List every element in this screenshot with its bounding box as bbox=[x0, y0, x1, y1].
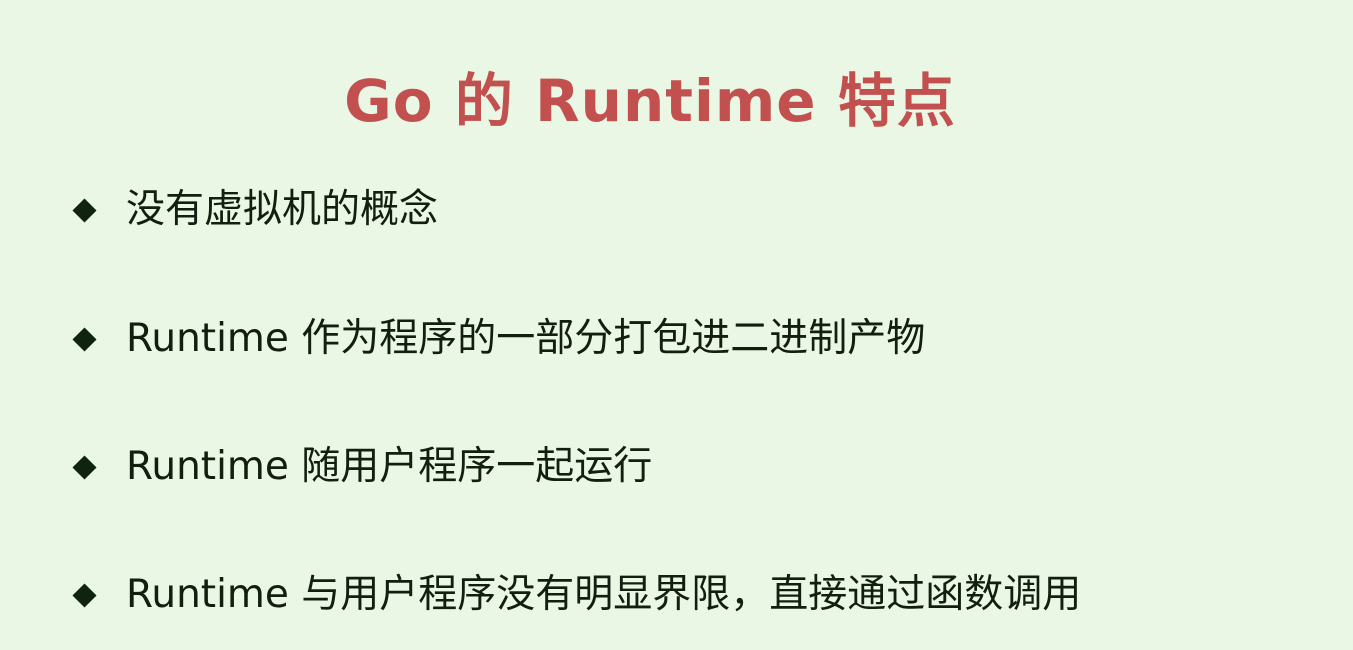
bullet-text: Runtime 与用户程序没有明显界限，直接通过函数调用 bbox=[126, 572, 1082, 617]
diamond-bullet-icon bbox=[72, 583, 96, 607]
diamond-bullet-icon bbox=[72, 198, 96, 222]
bullet-item: Runtime 作为程序的一部分打包进二进制产物 bbox=[72, 309, 925, 369]
bullet-text: Runtime 随用户程序一起运行 bbox=[126, 444, 653, 489]
bullet-item: Runtime 随用户程序一起运行 bbox=[72, 437, 652, 497]
diamond-bullet-icon bbox=[72, 455, 96, 479]
slide: Go 的 Runtime 特点 没有虚拟机的概念 Runtime 作为程序的一部… bbox=[0, 0, 1353, 650]
bullet-text: Runtime 作为程序的一部分打包进二进制产物 bbox=[126, 316, 926, 361]
diamond-bullet-icon bbox=[72, 327, 96, 351]
bullet-item: Runtime 与用户程序没有明显界限，直接通过函数调用 bbox=[72, 565, 1081, 625]
slide-title: Go 的 Runtime 特点 bbox=[344, 66, 956, 135]
bullet-text: 没有虚拟机的概念 bbox=[126, 187, 439, 232]
bullet-item: 没有虚拟机的概念 bbox=[72, 180, 438, 240]
